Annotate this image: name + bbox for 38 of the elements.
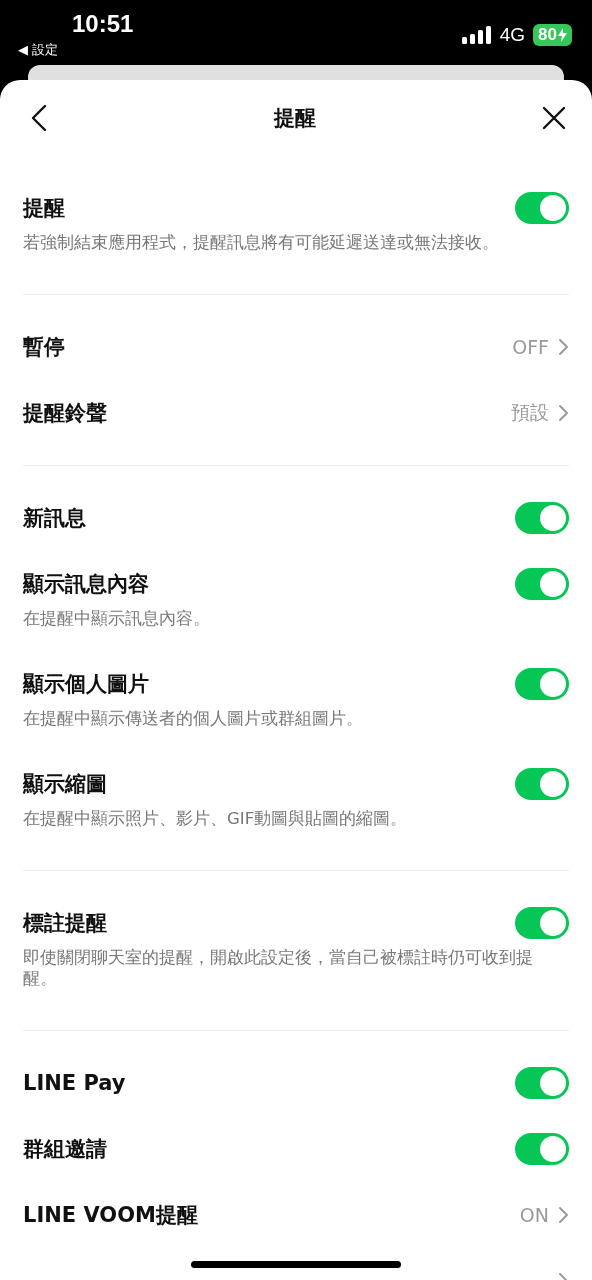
chevron-right-icon [557,337,569,357]
setting-value: 預設 [511,400,549,425]
toggle-switch[interactable] [515,502,569,534]
back-to-app-link[interactable]: ◀ 設定 [18,41,134,59]
setting-label: 提醒 [23,195,65,222]
toggle-switch[interactable] [515,568,569,600]
setting-label: 顯示縮圖 [23,771,107,798]
toggle-switch[interactable] [515,192,569,224]
signal-icon [461,25,492,45]
setting-label: LINE Pay [23,1071,126,1095]
setting-label[interactable]: 提醒鈴聲 [23,399,107,427]
toggle-switch[interactable] [515,1133,569,1165]
toggle-switch[interactable] [515,768,569,800]
setting-description: 在提醒中顯示照片、影片、GIF動圖與貼圖的縮圖。 [23,808,409,829]
close-icon[interactable] [541,105,567,131]
setting-label: 新訊息 [23,505,86,532]
network-label: 4G [499,24,526,46]
setting-label: 顯示訊息內容 [23,571,149,598]
battery-indicator: 80 [533,24,572,46]
setting-label: 群組邀請 [23,1136,107,1163]
setting-label: 標註提醒 [23,910,107,937]
page-title: 提醒 [274,105,316,132]
back-icon[interactable] [29,104,49,132]
setting-label[interactable]: LINE VOOM提醒 [23,1201,198,1229]
setting-description: 在提醒中顯示傳送者的個人圖片或群組圖片。 [23,708,364,729]
setting-label[interactable]: 暫停 [23,333,65,361]
setting-label: 顯示個人圖片 [23,671,149,698]
chevron-right-icon [557,1205,569,1225]
setting-description: 即使關閉聊天室的提醒，開啟此設定後，當自己被標註時仍可收到提醒。 [23,947,534,989]
setting-description: 若強制結束應用程式，提醒訊息將有可能延遲送達或無法接收。 [23,232,500,253]
chevron-right-icon [557,403,569,423]
setting-description: 在提醒中顯示訊息內容。 [23,608,211,629]
toggle-switch[interactable] [515,907,569,939]
setting-value: ON [519,1204,549,1226]
toggle-switch[interactable] [515,668,569,700]
status-time: 10:51 [72,10,134,38]
setting-value: OFF [512,336,549,358]
toggle-switch[interactable] [515,1067,569,1099]
